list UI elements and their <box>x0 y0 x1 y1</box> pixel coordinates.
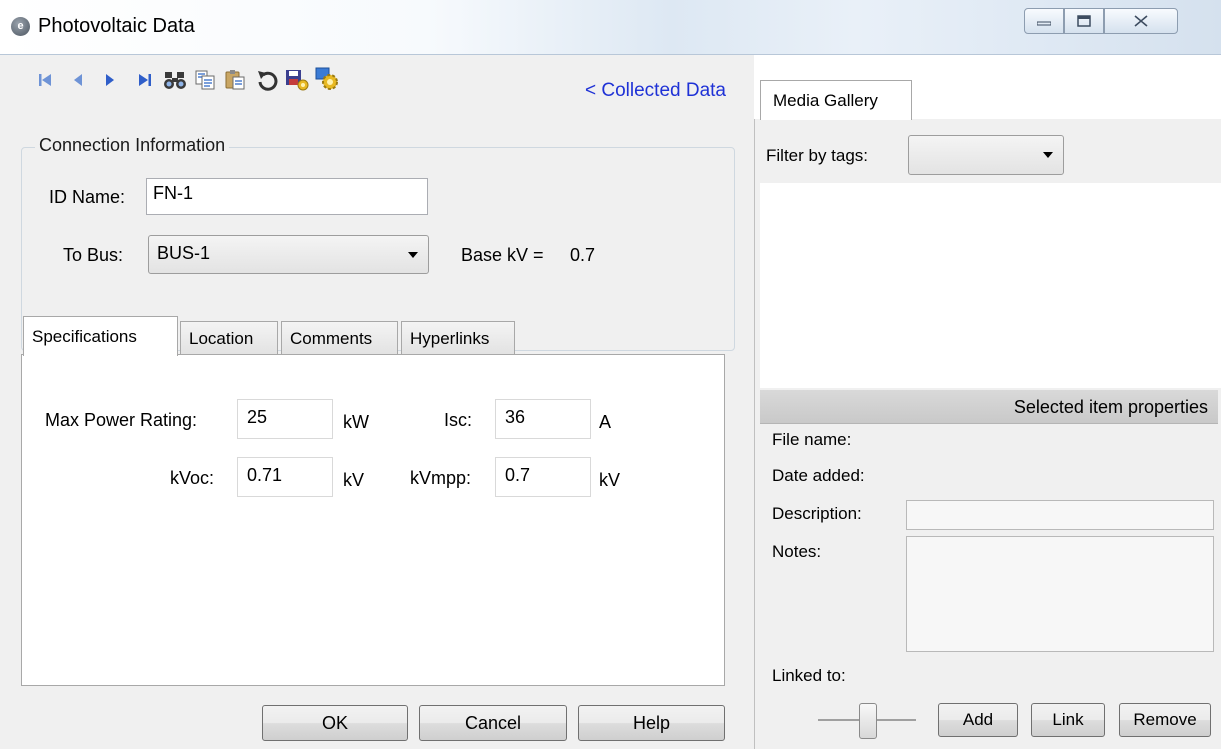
file-name-label: File name: <box>772 430 852 449</box>
last-record-icon <box>139 74 151 86</box>
id-name-input[interactable]: FN-1 <box>146 178 428 215</box>
specifications-panel <box>21 354 725 686</box>
max-power-unit: kW <box>343 412 369 432</box>
to-bus-dropdown[interactable]: BUS-1 <box>148 235 429 274</box>
id-name-label: ID Name: <box>49 187 126 207</box>
find-button[interactable] <box>162 67 188 93</box>
next-record-button[interactable] <box>97 67 123 93</box>
app-icon: e <box>11 17 30 36</box>
kvmpp-unit: kV <box>599 470 621 490</box>
copy-icon <box>195 70 215 90</box>
link-button[interactable]: Link <box>1031 703 1105 737</box>
kvmpp-label: kVmpp: <box>410 468 472 488</box>
collected-data-link[interactable]: < Collected Data <box>585 80 726 102</box>
max-power-input[interactable]: 25 <box>237 399 333 439</box>
find-icon <box>164 72 186 89</box>
chevron-down-icon <box>408 251 418 258</box>
kvmpp-input[interactable]: 0.7 <box>495 457 591 497</box>
undo-button[interactable] <box>254 67 280 93</box>
isc-label: Isc: <box>444 410 473 430</box>
save-icon <box>286 70 309 91</box>
date-added-label: Date added: <box>772 466 865 485</box>
max-power-label: Max Power Rating: <box>45 410 198 430</box>
to-bus-label: To Bus: <box>63 245 124 265</box>
undo-icon <box>258 71 278 91</box>
tab-media-gallery[interactable]: Media Gallery <box>760 80 912 120</box>
base-kv-label: Base kV = <box>461 245 544 265</box>
window-title: Photovoltaic Data <box>38 15 195 37</box>
title-bar[interactable]: e Photovoltaic Data <box>0 0 1221 55</box>
toolbar: < Collected Data <box>0 55 742 115</box>
maximize-icon <box>1077 15 1091 27</box>
minimize-icon <box>1037 21 1051 26</box>
tab-specifications[interactable]: Specifications <box>23 316 178 356</box>
description-field[interactable] <box>906 500 1214 530</box>
filter-tags-dropdown[interactable] <box>908 135 1064 175</box>
tab-comments[interactable]: Comments <box>281 321 398 355</box>
kvoc-unit: kV <box>343 470 365 490</box>
tab-hyperlinks[interactable]: Hyperlinks <box>401 321 515 355</box>
maximize-button[interactable] <box>1064 8 1104 34</box>
panel-splitter[interactable] <box>742 55 754 749</box>
paste-icon <box>225 70 245 90</box>
ok-button[interactable]: OK <box>262 705 408 741</box>
cancel-button[interactable]: Cancel <box>419 705 567 741</box>
isc-input[interactable]: 36 <box>495 399 591 439</box>
media-gallery-list[interactable] <box>760 183 1221 388</box>
next-record-icon <box>106 74 114 86</box>
notes-field[interactable] <box>906 536 1214 652</box>
save-button[interactable] <box>284 67 310 93</box>
tab-location[interactable]: Location <box>180 321 278 355</box>
description-label: Description: <box>772 504 862 523</box>
previous-record-button[interactable] <box>65 67 91 93</box>
chevron-down-icon <box>1043 152 1053 158</box>
base-kv-value: 0.7 <box>570 245 596 265</box>
add-button[interactable]: Add <box>938 703 1018 737</box>
first-record-icon <box>39 74 51 86</box>
notes-label: Notes: <box>772 542 822 561</box>
remove-button[interactable]: Remove <box>1119 703 1211 737</box>
kvoc-input[interactable]: 0.71 <box>237 457 333 497</box>
zoom-slider-handle[interactable] <box>859 703 877 739</box>
settings-button[interactable] <box>315 67 341 93</box>
filter-tags-label: Filter by tags: <box>766 146 869 165</box>
to-bus-selected: BUS-1 <box>157 243 211 263</box>
close-icon <box>1134 15 1148 27</box>
copy-button[interactable] <box>192 67 218 93</box>
selected-item-properties-header: Selected item properties <box>760 390 1218 424</box>
settings-icon <box>315 67 338 90</box>
paste-button[interactable] <box>222 67 248 93</box>
kvoc-label: kVoc: <box>170 468 215 488</box>
last-record-button[interactable] <box>132 67 158 93</box>
close-button[interactable] <box>1104 8 1178 34</box>
help-button[interactable]: Help <box>578 705 725 741</box>
minimize-button[interactable] <box>1024 8 1064 34</box>
linked-to-label: Linked to: <box>772 666 846 685</box>
isc-unit: A <box>599 412 612 432</box>
connection-info-title: Connection Information <box>35 135 230 156</box>
first-record-button[interactable] <box>32 67 58 93</box>
previous-record-icon <box>74 74 82 86</box>
